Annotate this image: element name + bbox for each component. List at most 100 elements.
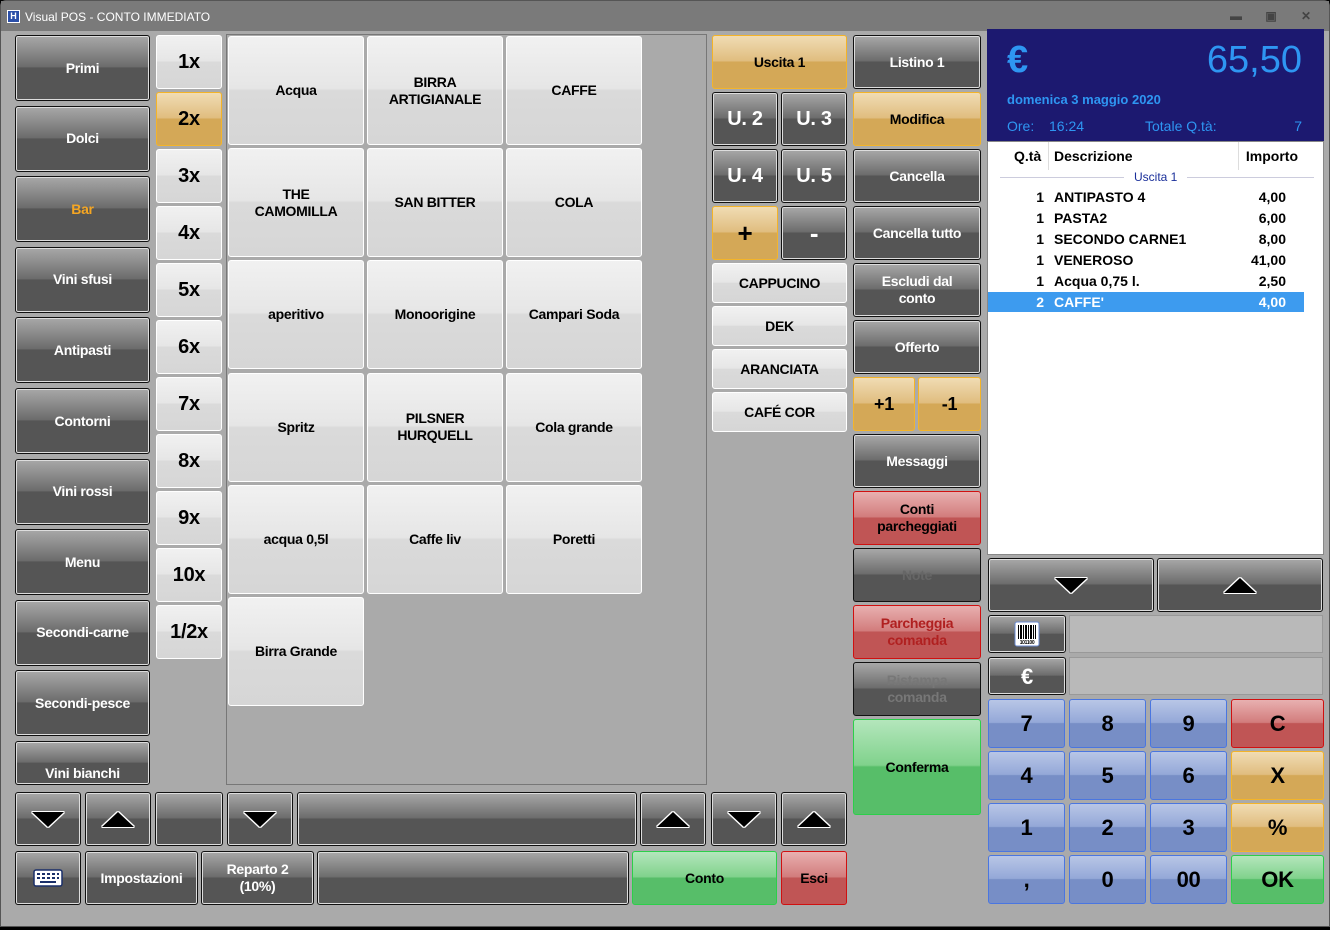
- multiplier-button[interactable]: 8x: [156, 434, 222, 488]
- category-button[interactable]: Contorni: [15, 388, 150, 454]
- multiplier-button[interactable]: 10x: [156, 548, 222, 602]
- category-scroll-up-button[interactable]: [85, 792, 151, 846]
- multiplier-button[interactable]: 1/2x: [156, 605, 222, 659]
- keyboard-button[interactable]: [15, 851, 81, 905]
- product-button[interactable]: Poretti: [506, 484, 642, 594]
- conti-parcheggiati-button[interactable]: Conti parcheggiati: [853, 491, 981, 545]
- multiplier-button[interactable]: 7x: [156, 377, 222, 431]
- parcheggia-comanda-button[interactable]: Parcheggia comanda: [853, 605, 981, 659]
- product-button[interactable]: acqua 0,5l: [228, 484, 364, 594]
- keypad-key[interactable]: 5: [1069, 751, 1146, 800]
- reparto-button[interactable]: Reparto 2 (10%): [201, 851, 314, 905]
- maximize-icon[interactable]: ▣: [1264, 9, 1278, 23]
- barcode-input[interactable]: [1069, 615, 1323, 653]
- category-button[interactable]: Vini rossi: [15, 458, 150, 525]
- quick-item-button[interactable]: ARANCIATA: [712, 349, 847, 389]
- modifica-button[interactable]: Modifica: [853, 92, 981, 146]
- quick-scroll-down-button[interactable]: [711, 792, 777, 846]
- offerto-button[interactable]: Offerto: [853, 320, 981, 374]
- quick-scroll-up-button[interactable]: [781, 792, 847, 846]
- impostazioni-button[interactable]: Impostazioni: [85, 851, 198, 905]
- multiplier-button[interactable]: 1x: [156, 35, 222, 89]
- minimize-icon[interactable]: ▬: [1229, 9, 1243, 23]
- exit-plus-button[interactable]: +: [712, 206, 778, 260]
- plus-one-button[interactable]: +1: [853, 377, 915, 431]
- receipt-scroll-up-button[interactable]: [1157, 558, 1323, 612]
- receipt-row[interactable]: 1 PASTA2 6,00: [988, 208, 1304, 228]
- category-button[interactable]: Antipasti: [15, 317, 150, 384]
- receipt-list[interactable]: Q.tà Descrizione Importo Uscita 1 1 ANTI…: [987, 141, 1324, 555]
- keypad-key[interactable]: %: [1231, 803, 1324, 852]
- product-button[interactable]: Caffe liv: [367, 484, 503, 594]
- product-scroll-down-button[interactable]: [227, 792, 293, 846]
- keypad-key[interactable]: ,: [988, 855, 1065, 904]
- euro-button[interactable]: €: [988, 657, 1066, 695]
- category-button[interactable]: Primi: [15, 35, 150, 101]
- receipt-row[interactable]: 1 ANTIPASTO 4 4,00: [988, 187, 1304, 207]
- keypad-key[interactable]: 1: [988, 803, 1065, 852]
- product-scroll-up-button[interactable]: [640, 792, 706, 846]
- conferma-button[interactable]: Conferma: [853, 719, 981, 815]
- product-button[interactable]: COLA: [506, 148, 642, 258]
- receipt-row[interactable]: 1 VENEROSO 41,00: [988, 250, 1304, 270]
- listino-button[interactable]: Listino 1: [853, 35, 981, 89]
- quick-item-button[interactable]: CAFÉ COR: [712, 392, 847, 432]
- keypad-key[interactable]: 6: [1150, 751, 1227, 800]
- product-button[interactable]: SAN BITTER: [367, 148, 503, 258]
- barcode-button[interactable]: 101100: [988, 615, 1066, 653]
- product-button[interactable]: Birra Grande: [228, 597, 364, 706]
- category-button[interactable]: Bar: [15, 176, 150, 243]
- category-button[interactable]: Vini bianchi: [15, 741, 150, 785]
- category-button[interactable]: Secondi-carne: [15, 599, 150, 666]
- keypad-key[interactable]: 8: [1069, 699, 1146, 748]
- keypad-key[interactable]: 00: [1150, 855, 1227, 904]
- product-button[interactable]: Cola grande: [506, 372, 642, 482]
- ristampa-comanda-button[interactable]: Ristampa comanda: [853, 662, 981, 716]
- product-button[interactable]: Monoorigine: [367, 260, 503, 370]
- conto-button[interactable]: Conto: [632, 851, 777, 905]
- receipt-row[interactable]: 1 SECONDO CARNE1 8,00: [988, 229, 1304, 249]
- keypad-key[interactable]: 4: [988, 751, 1065, 800]
- receipt-scroll-down-button[interactable]: [988, 558, 1154, 612]
- keypad-key[interactable]: 2: [1069, 803, 1146, 852]
- product-button[interactable]: BIRRA ARTIGIANALE: [367, 36, 503, 145]
- cancella-button[interactable]: Cancella: [853, 149, 981, 203]
- keypad-key[interactable]: OK: [1231, 855, 1324, 904]
- keypad-key[interactable]: 7: [988, 699, 1065, 748]
- multiplier-button[interactable]: 9x: [156, 491, 222, 545]
- category-button[interactable]: Secondi-pesce: [15, 670, 150, 737]
- receipt-row[interactable]: 2 CAFFE' 4,00: [988, 292, 1304, 312]
- product-button[interactable]: THE CAMOMILLA: [228, 148, 364, 258]
- category-button[interactable]: Menu: [15, 529, 150, 596]
- keypad-key[interactable]: X: [1231, 751, 1324, 800]
- messaggi-button[interactable]: Messaggi: [853, 434, 981, 488]
- product-button[interactable]: Spritz: [228, 372, 364, 482]
- multiplier-button[interactable]: 5x: [156, 263, 222, 317]
- product-button[interactable]: CAFFE: [506, 36, 642, 145]
- multiplier-button[interactable]: 6x: [156, 320, 222, 374]
- product-button[interactable]: aperitivo: [228, 260, 364, 370]
- exit-5-button[interactable]: U. 5: [781, 149, 847, 203]
- exit-1-button[interactable]: Uscita 1: [712, 35, 847, 89]
- multiplier-button[interactable]: 3x: [156, 149, 222, 203]
- product-button[interactable]: PILSNER HURQUELL: [367, 372, 503, 482]
- multiplier-button[interactable]: 4x: [156, 206, 222, 260]
- cancella-tutto-button[interactable]: Cancella tutto: [853, 206, 981, 260]
- exit-2-button[interactable]: U. 2: [712, 92, 778, 146]
- note-button[interactable]: Note: [853, 548, 981, 602]
- category-button[interactable]: Dolci: [15, 105, 150, 172]
- receipt-row[interactable]: 1 Acqua 0,75 l. 2,50: [988, 271, 1304, 291]
- category-scroll-down-button[interactable]: [15, 792, 81, 846]
- product-button[interactable]: Campari Soda: [506, 260, 642, 370]
- minus-one-button[interactable]: -1: [918, 377, 981, 431]
- product-button[interactable]: Acqua: [228, 36, 364, 145]
- quick-item-button[interactable]: CAPPUCINO: [712, 263, 847, 303]
- escludi-button[interactable]: Escludi dal conto: [853, 263, 981, 317]
- keypad-key[interactable]: 0: [1069, 855, 1146, 904]
- esci-button[interactable]: Esci: [781, 851, 847, 905]
- keypad-key[interactable]: 3: [1150, 803, 1227, 852]
- close-icon[interactable]: ✕: [1299, 9, 1313, 23]
- category-button[interactable]: Vini sfusi: [15, 246, 150, 313]
- euro-input[interactable]: [1069, 657, 1323, 695]
- multiplier-button[interactable]: 2x: [156, 92, 222, 146]
